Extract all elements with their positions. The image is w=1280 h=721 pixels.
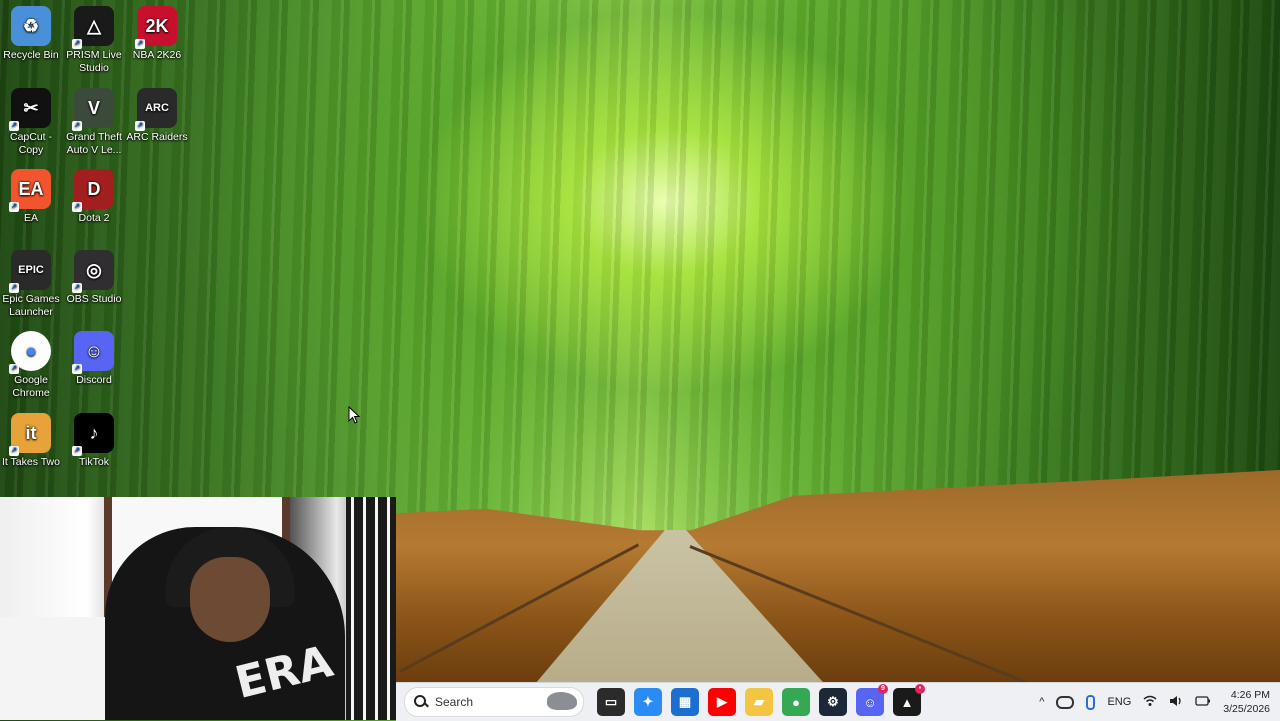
shortcut-arrow-icon: ↗ bbox=[72, 39, 82, 49]
notification-badge: 9 bbox=[878, 684, 888, 694]
discord-icon: ☺ ↗ bbox=[72, 331, 114, 374]
webcam-overlay: ERA bbox=[0, 497, 396, 720]
shortcut-arrow-icon: ↗ bbox=[72, 283, 82, 293]
mouse-cursor-icon bbox=[348, 406, 360, 424]
arc-raiders-icon: ARC ↗ bbox=[135, 88, 177, 131]
desktop-shortcut-label: EA bbox=[23, 212, 38, 224]
system-tray: ^ ENG 4:26 PM 3/25/2026 bbox=[1033, 683, 1280, 721]
onedrive-icon[interactable] bbox=[1056, 695, 1075, 709]
search-highlight-icon bbox=[547, 692, 577, 710]
nba2k26-icon: 2K ↗ bbox=[135, 6, 177, 49]
show-hidden-icons-chevron-icon[interactable]: ^ bbox=[1039, 696, 1044, 708]
search-icon bbox=[413, 694, 429, 710]
desktop-shortcut-gta[interactable]: V ↗ Grand Theft Auto V Le... bbox=[63, 88, 125, 157]
wifi-icon[interactable] bbox=[1143, 695, 1157, 710]
taskbar-chrome-icon[interactable]: ● bbox=[782, 688, 810, 716]
shortcut-arrow-icon: ↗ bbox=[9, 121, 19, 131]
shortcut-arrow-icon: ↗ bbox=[135, 121, 145, 131]
taskbar-steam-icon[interactable]: ⚙ bbox=[819, 688, 847, 716]
desktop-shortcut-label: NBA 2K26 bbox=[132, 49, 182, 61]
desktop-shortcut-it-takes-two[interactable]: it ↗ It Takes Two bbox=[0, 413, 62, 469]
webcam-shirt-text: ERA bbox=[230, 635, 338, 710]
clock-time: 4:26 PM bbox=[1230, 689, 1270, 701]
desktop-shortcut-obs[interactable]: ◎ ↗ OBS Studio bbox=[63, 250, 125, 306]
desktop-shortcut-label: Discord bbox=[76, 374, 112, 386]
volume-icon[interactable] bbox=[1169, 695, 1183, 710]
clock-date: 3/25/2026 bbox=[1223, 703, 1270, 715]
taskbar-discord-icon[interactable]: ☺ 9 bbox=[856, 684, 888, 716]
taskbar-clock[interactable]: 4:26 PM 3/25/2026 bbox=[1223, 688, 1270, 716]
taskbar-task-view-icon[interactable]: ▭ bbox=[597, 688, 625, 716]
ea-icon: EA ↗ bbox=[9, 169, 51, 212]
desktop-shortcut-tiktok[interactable]: ♪ ↗ TikTok bbox=[63, 413, 125, 469]
desktop-shortcut-label: Dota 2 bbox=[78, 212, 110, 224]
webcam-background-curtain bbox=[346, 497, 396, 720]
desktop-shortcut-label: ARC Raiders bbox=[126, 131, 188, 143]
desktop-shortcut-ea[interactable]: EA ↗ EA bbox=[0, 169, 62, 225]
recycle-bin-icon: ♻ bbox=[11, 6, 51, 46]
desktop-shortcut-chrome[interactable]: ● ↗ Google Chrome bbox=[0, 331, 62, 400]
desktop-shortcut-label: CapCut - Copy bbox=[9, 131, 52, 156]
desktop-shortcut-nba2k26[interactable]: 2K ↗ NBA 2K26 bbox=[126, 6, 188, 62]
it-takes-two-icon: it ↗ bbox=[9, 413, 51, 456]
shortcut-arrow-icon: ↗ bbox=[135, 39, 145, 49]
desktop-shortcut-dota2[interactable]: D ↗ Dota 2 bbox=[63, 169, 125, 225]
taskbar-copilot-icon[interactable]: ✦ bbox=[634, 688, 662, 716]
desktop-shortcut-label: TikTok bbox=[79, 456, 109, 468]
shortcut-arrow-icon: ↗ bbox=[72, 446, 82, 456]
shortcut-arrow-icon: ↗ bbox=[72, 202, 82, 212]
taskbar: Search ▭ ✦ ▦ ▶ ▰ ● ⚙ ☺ 9 ▲ • ^ ENG 4:26 PM 3/25/20… bbox=[396, 682, 1280, 721]
desktop-shortcut-discord[interactable]: ☺ ↗ Discord bbox=[63, 331, 125, 387]
shortcut-arrow-icon: ↗ bbox=[72, 364, 82, 374]
taskbar-file-explorer-icon[interactable]: ▰ bbox=[745, 688, 773, 716]
desktop-shortcut-label: Grand Theft Auto V Le... bbox=[66, 131, 122, 156]
shortcut-arrow-icon: ↗ bbox=[9, 446, 19, 456]
desktop-shortcut-label: OBS Studio bbox=[66, 293, 122, 305]
desktop-shortcut-label: Recycle Bin bbox=[3, 49, 59, 61]
microphone-icon[interactable] bbox=[1086, 694, 1096, 710]
chrome-icon: ● ↗ bbox=[9, 331, 51, 374]
desktop-shortcut-label: PRISM Live Studio bbox=[66, 49, 122, 74]
shortcut-arrow-icon: ↗ bbox=[9, 202, 19, 212]
language-indicator[interactable]: ENG bbox=[1107, 696, 1131, 708]
shortcut-arrow-icon: ↗ bbox=[72, 121, 82, 131]
capcut-icon: ✂ ↗ bbox=[9, 88, 51, 131]
shortcut-arrow-icon: ↗ bbox=[9, 283, 19, 293]
desktop-shortcut-prism[interactable]: △ ↗ PRISM Live Studio bbox=[63, 6, 125, 75]
dota2-icon: D ↗ bbox=[72, 169, 114, 212]
epic-games-icon: EPIC ↗ bbox=[9, 250, 51, 293]
desktop-shortcut-label: It Takes Two bbox=[2, 456, 60, 468]
obs-icon: ◎ ↗ bbox=[72, 250, 114, 293]
gta-icon: V ↗ bbox=[72, 88, 114, 131]
notification-badge: • bbox=[915, 684, 925, 694]
taskbar-pinned-apps: ▭ ✦ ▦ ▶ ▰ ● ⚙ ☺ 9 ▲ • bbox=[588, 684, 925, 716]
tiktok-icon: ♪ ↗ bbox=[72, 413, 114, 456]
desktop-shortcut-capcut[interactable]: ✂ ↗ CapCut - Copy bbox=[0, 88, 62, 157]
taskbar-adobe-app-icon[interactable]: ▲ • bbox=[893, 684, 925, 716]
taskbar-youtube-icon[interactable]: ▶ bbox=[708, 688, 736, 716]
prism-icon: △ ↗ bbox=[72, 6, 114, 49]
shortcut-arrow-icon: ↗ bbox=[9, 364, 19, 374]
battery-icon[interactable] bbox=[1195, 695, 1211, 710]
webcam-person: ERA bbox=[105, 527, 345, 720]
desktop-shortcut-epic-games[interactable]: EPIC ↗ Epic Games Launcher bbox=[0, 250, 62, 319]
taskbar-microsoft-store-icon[interactable]: ▦ bbox=[671, 688, 699, 716]
webcam-face bbox=[190, 557, 270, 642]
desktop-shortcut-label: Epic Games Launcher bbox=[2, 293, 60, 318]
desktop-shortcut-recycle-bin[interactable]: ♻ Recycle Bin bbox=[0, 6, 62, 62]
taskbar-search-box[interactable]: Search bbox=[404, 687, 584, 717]
desktop-shortcut-label: Google Chrome bbox=[12, 374, 50, 399]
search-placeholder: Search bbox=[435, 695, 474, 709]
desktop-shortcut-arc-raiders[interactable]: ARC ↗ ARC Raiders bbox=[126, 88, 188, 144]
